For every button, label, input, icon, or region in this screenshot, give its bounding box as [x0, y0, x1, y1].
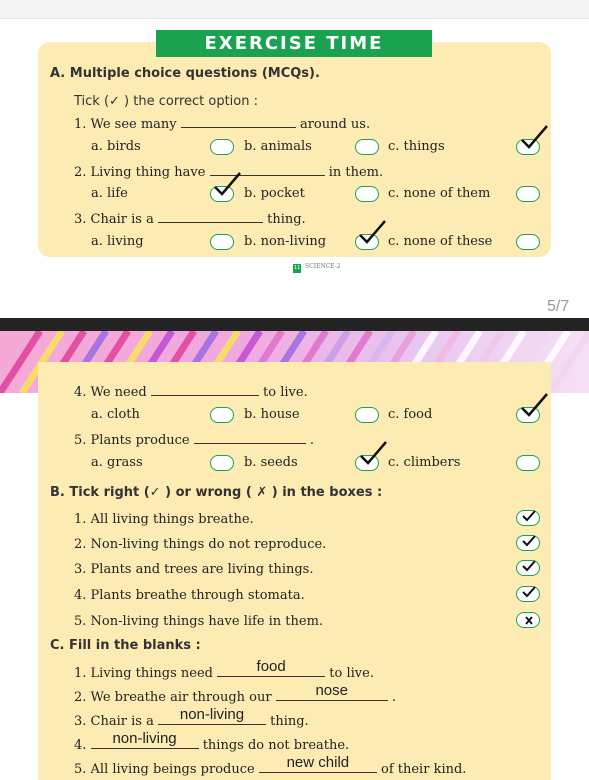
option-4b: b. house [244, 407, 300, 422]
page-indicator: 5/7 [547, 298, 570, 315]
statement-4: 4. Plants breathe through stomata. [74, 588, 305, 603]
tick-mark-icon [522, 510, 536, 522]
question-suffix: . [309, 433, 315, 448]
answer-blank [157, 210, 263, 223]
fill-blank-4: 4. non-living things do not breathe. [74, 730, 350, 753]
answer-blank[interactable]: food [217, 658, 326, 677]
blank-prefix: 1. Living things need [74, 666, 213, 681]
banner-title: EXERCISE TIME [156, 30, 432, 57]
section-b-title: B. Tick right (✓ ) or wrong ( ✗ ) in the… [50, 485, 383, 500]
fill-blank-1: 1. Living things need food to live. [74, 658, 374, 681]
answer-blank[interactable]: nose [275, 682, 388, 701]
handwritten-answer: nose [315, 682, 348, 699]
question-suffix: in them. [328, 165, 384, 180]
mcq-question-4: 4. We need to live. [74, 383, 308, 400]
question-text: 4. We need [74, 385, 147, 400]
checkbox-1b[interactable] [355, 139, 379, 155]
question-text: 3. Chair is a [74, 212, 154, 227]
checkbox-5c[interactable] [516, 455, 540, 471]
checkbox-1a[interactable] [210, 139, 234, 155]
checkbox-3a[interactable] [210, 234, 234, 250]
answer-blank[interactable]: non-living [157, 706, 266, 725]
statement-5: 5. Non-living things have life in them. [74, 614, 324, 629]
option-3c: c. none of these [388, 234, 493, 249]
page-divider [0, 318, 589, 331]
mcq-question-1: 1. We see many around us. [74, 115, 370, 132]
answer-blank[interactable]: new child [258, 754, 377, 773]
answer-blank [150, 383, 259, 396]
handwritten-answer: new child [286, 754, 350, 771]
mcq-question-5: 5. Plants produce . [74, 431, 314, 448]
top-bar [0, 0, 589, 19]
checkbox-3c[interactable] [516, 234, 540, 250]
statement-3: 3. Plants and trees are living things. [74, 562, 314, 577]
mcq-question-3: 3. Chair is a thing. [74, 210, 306, 227]
checkbox-2b[interactable] [355, 186, 379, 202]
checkbox-4a[interactable] [210, 407, 234, 423]
blank-prefix: 2. We breathe air through our [74, 690, 272, 705]
question-text: 1. We see many [74, 117, 177, 132]
tick-mark-icon [522, 560, 536, 572]
section-c-title: C. Fill in the blanks : [50, 638, 201, 653]
blank-suffix: to live. [329, 666, 374, 681]
option-1a: a. birds [91, 139, 141, 154]
fill-blank-5: 5. All living beings produce new child o… [74, 754, 467, 777]
question-suffix: around us. [299, 117, 371, 132]
statement-2: 2. Non-living things do not reproduce. [74, 537, 327, 552]
handwritten-answer: non-living [179, 706, 245, 723]
tick-mark-icon [521, 393, 548, 417]
blank-suffix: thing. [270, 714, 309, 729]
blank-prefix: 5. All living beings produce [74, 762, 255, 777]
tick-mark-icon [522, 535, 536, 547]
option-3a: a. living [91, 234, 144, 249]
option-5b: b. seeds [244, 455, 298, 470]
blank-suffix: things do not breathe. [202, 738, 350, 753]
cross-mark-icon [525, 616, 533, 625]
handwritten-answer: food [256, 658, 286, 675]
option-4a: a. cloth [91, 407, 140, 422]
handwritten-answer: non-living [112, 730, 177, 747]
option-1b: b. animals [244, 139, 312, 154]
fill-blank-3: 3. Chair is a non-living thing. [74, 706, 309, 729]
option-2c: c. none of them [388, 186, 491, 201]
blank-prefix: 3. Chair is a [74, 714, 154, 729]
tick-mark-icon [522, 586, 536, 598]
blank-suffix: of their kind. [381, 762, 467, 777]
question-suffix: to live. [263, 385, 308, 400]
footer-text: SCIENCE-2 [305, 263, 341, 270]
section-a-title: A. Multiple choice questions (MCQs). [50, 66, 320, 81]
checkbox-5a[interactable] [210, 455, 234, 471]
option-1c: c. things [388, 139, 445, 154]
question-suffix: thing. [267, 212, 306, 227]
option-5a: a. grass [91, 455, 143, 470]
question-text: 5. Plants produce [74, 433, 190, 448]
option-3b: b. non-living [244, 234, 327, 249]
option-2b: b. pocket [244, 186, 305, 201]
blank-suffix: . [391, 690, 396, 705]
option-5c: c. climbers [388, 455, 461, 470]
option-2a: a. life [91, 186, 128, 201]
blank-prefix: 4. [74, 738, 87, 753]
checkbox-4b[interactable] [355, 407, 379, 423]
option-4c: c. food [388, 407, 433, 422]
checkbox-2c[interactable] [516, 186, 540, 202]
section-a-instruction: Tick (✓ ) the correct option : [74, 94, 258, 109]
fill-blank-2: 2. We breathe air through our nose . [74, 682, 396, 705]
tick-mark-icon [521, 125, 548, 149]
statement-1: 1. All living things breathe. [74, 512, 254, 527]
tick-mark-icon [359, 220, 386, 244]
tick-mark-icon [360, 441, 387, 465]
question-text: 2. Living thing have [74, 165, 206, 180]
answer-blank [180, 115, 296, 128]
tick-mark-icon [214, 172, 241, 196]
footer-page-badge: 11 [293, 264, 301, 273]
answer-blank[interactable]: non-living [90, 730, 199, 749]
answer-blank [193, 431, 306, 444]
